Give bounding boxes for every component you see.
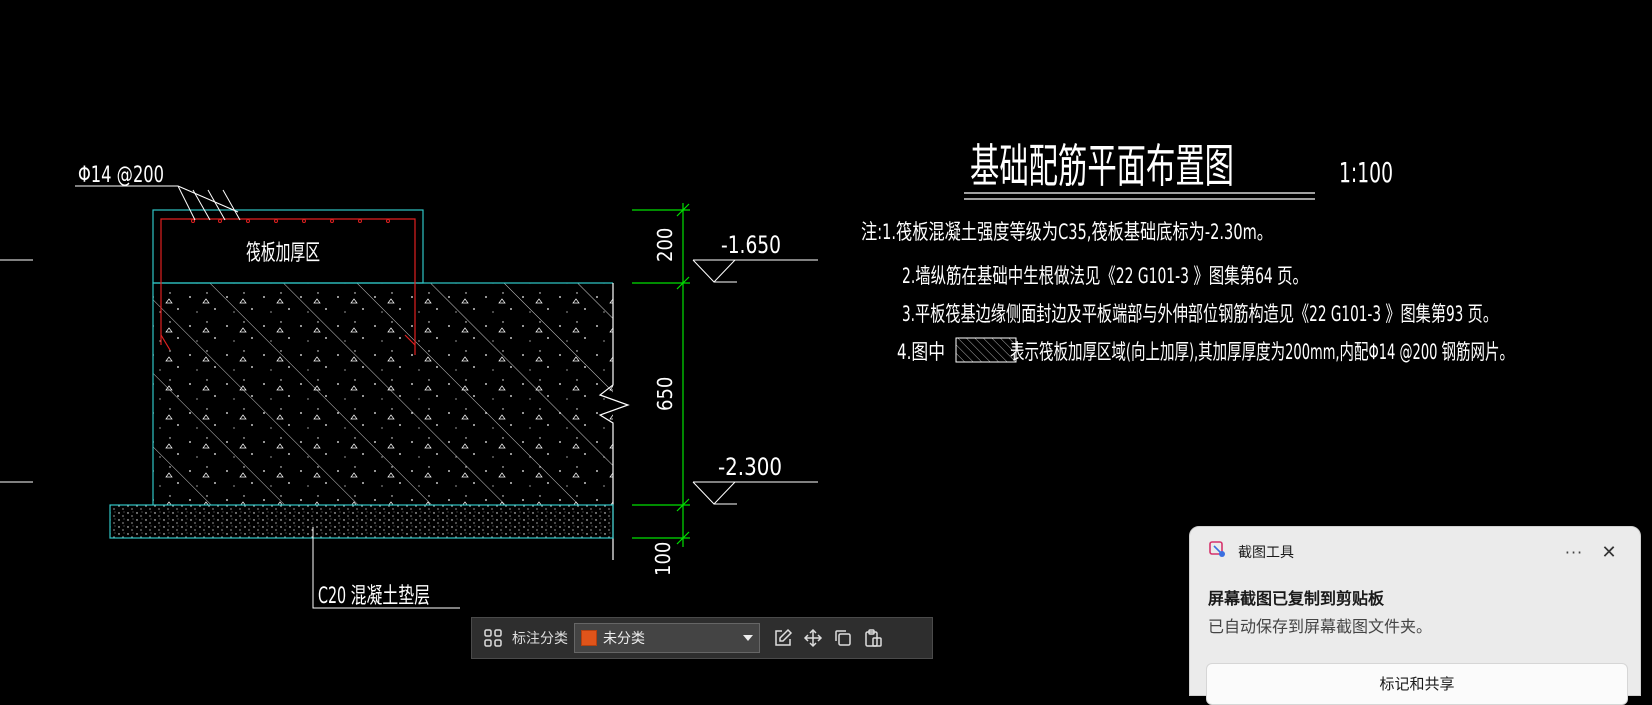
note-line-3: 3.平板筏基边缘侧面封边及平板端部与外伸部位钢筋构造见《22 G101-3 》图…	[902, 302, 1498, 326]
apps-grid-icon[interactable]	[478, 623, 508, 653]
elevation-bottom-label: -2.300	[718, 453, 782, 481]
note-line-2: 2.墙纵筋在基础中生根做法见《22 G101-3 》图集第64 页。	[902, 264, 1308, 288]
category-select-value: 未分类	[603, 631, 645, 647]
snipping-tool-icon	[1208, 540, 1228, 564]
elevation-mark-top	[692, 259, 818, 283]
elevation-mark-bottom	[692, 481, 818, 505]
category-label: 标注分类	[512, 631, 568, 647]
category-select[interactable]: 未分类	[574, 623, 760, 653]
category-color-swatch	[581, 630, 597, 646]
elevation-top-label: -1.650	[721, 231, 781, 259]
chevron-down-icon	[743, 635, 753, 641]
thicken-zone-label: 筏板加厚区	[246, 241, 320, 266]
rebar-label: Φ14 @200	[78, 163, 164, 188]
cushion-layer	[109, 504, 614, 539]
snipping-tool-notification[interactable]: 截图工具 ··· ✕ 屏幕截图已复制到剪贴板 已自动保存到屏幕截图文件夹。 标记…	[1189, 526, 1641, 705]
note-line-4-suffix: 表示筏板加厚区域(向上加厚),其加厚厚度为200mm,内配Φ14 @200 钢筋…	[1010, 340, 1514, 364]
dim-200: 200	[653, 228, 677, 262]
more-options-icon[interactable]: ···	[1556, 543, 1592, 562]
notification-title: 屏幕截图已复制到剪贴板	[1208, 589, 1385, 608]
paste-icon[interactable]	[858, 623, 888, 653]
move-icon[interactable]	[798, 623, 828, 653]
drawing-scale: 1:100	[1339, 156, 1393, 189]
close-icon[interactable]: ✕	[1592, 542, 1626, 563]
notification-subtitle: 已自动保存到屏幕截图文件夹。	[1208, 617, 1433, 636]
note-line-1: 注:1.筏板混凝土强度等级为C35,筏板基础底标为-2.30m。	[861, 220, 1273, 244]
rebar-leader	[75, 185, 241, 221]
dim-650: 650	[653, 377, 677, 411]
edit-icon[interactable]	[768, 623, 798, 653]
annotation-toolbar: 标注分类 未分类	[471, 617, 933, 659]
hatch-legend-swatch	[955, 337, 1017, 363]
dim-100: 100	[651, 542, 675, 576]
notification-app-name: 截图工具	[1238, 545, 1294, 561]
drawing-title: 基础配筋平面布置图	[970, 139, 1234, 193]
markup-and-share-button[interactable]: 标记和共享	[1206, 663, 1628, 705]
cushion-label: C20 混凝土垫层	[318, 584, 430, 609]
copy-icon[interactable]	[828, 623, 858, 653]
note-line-4-prefix: 4.图中	[897, 340, 945, 364]
